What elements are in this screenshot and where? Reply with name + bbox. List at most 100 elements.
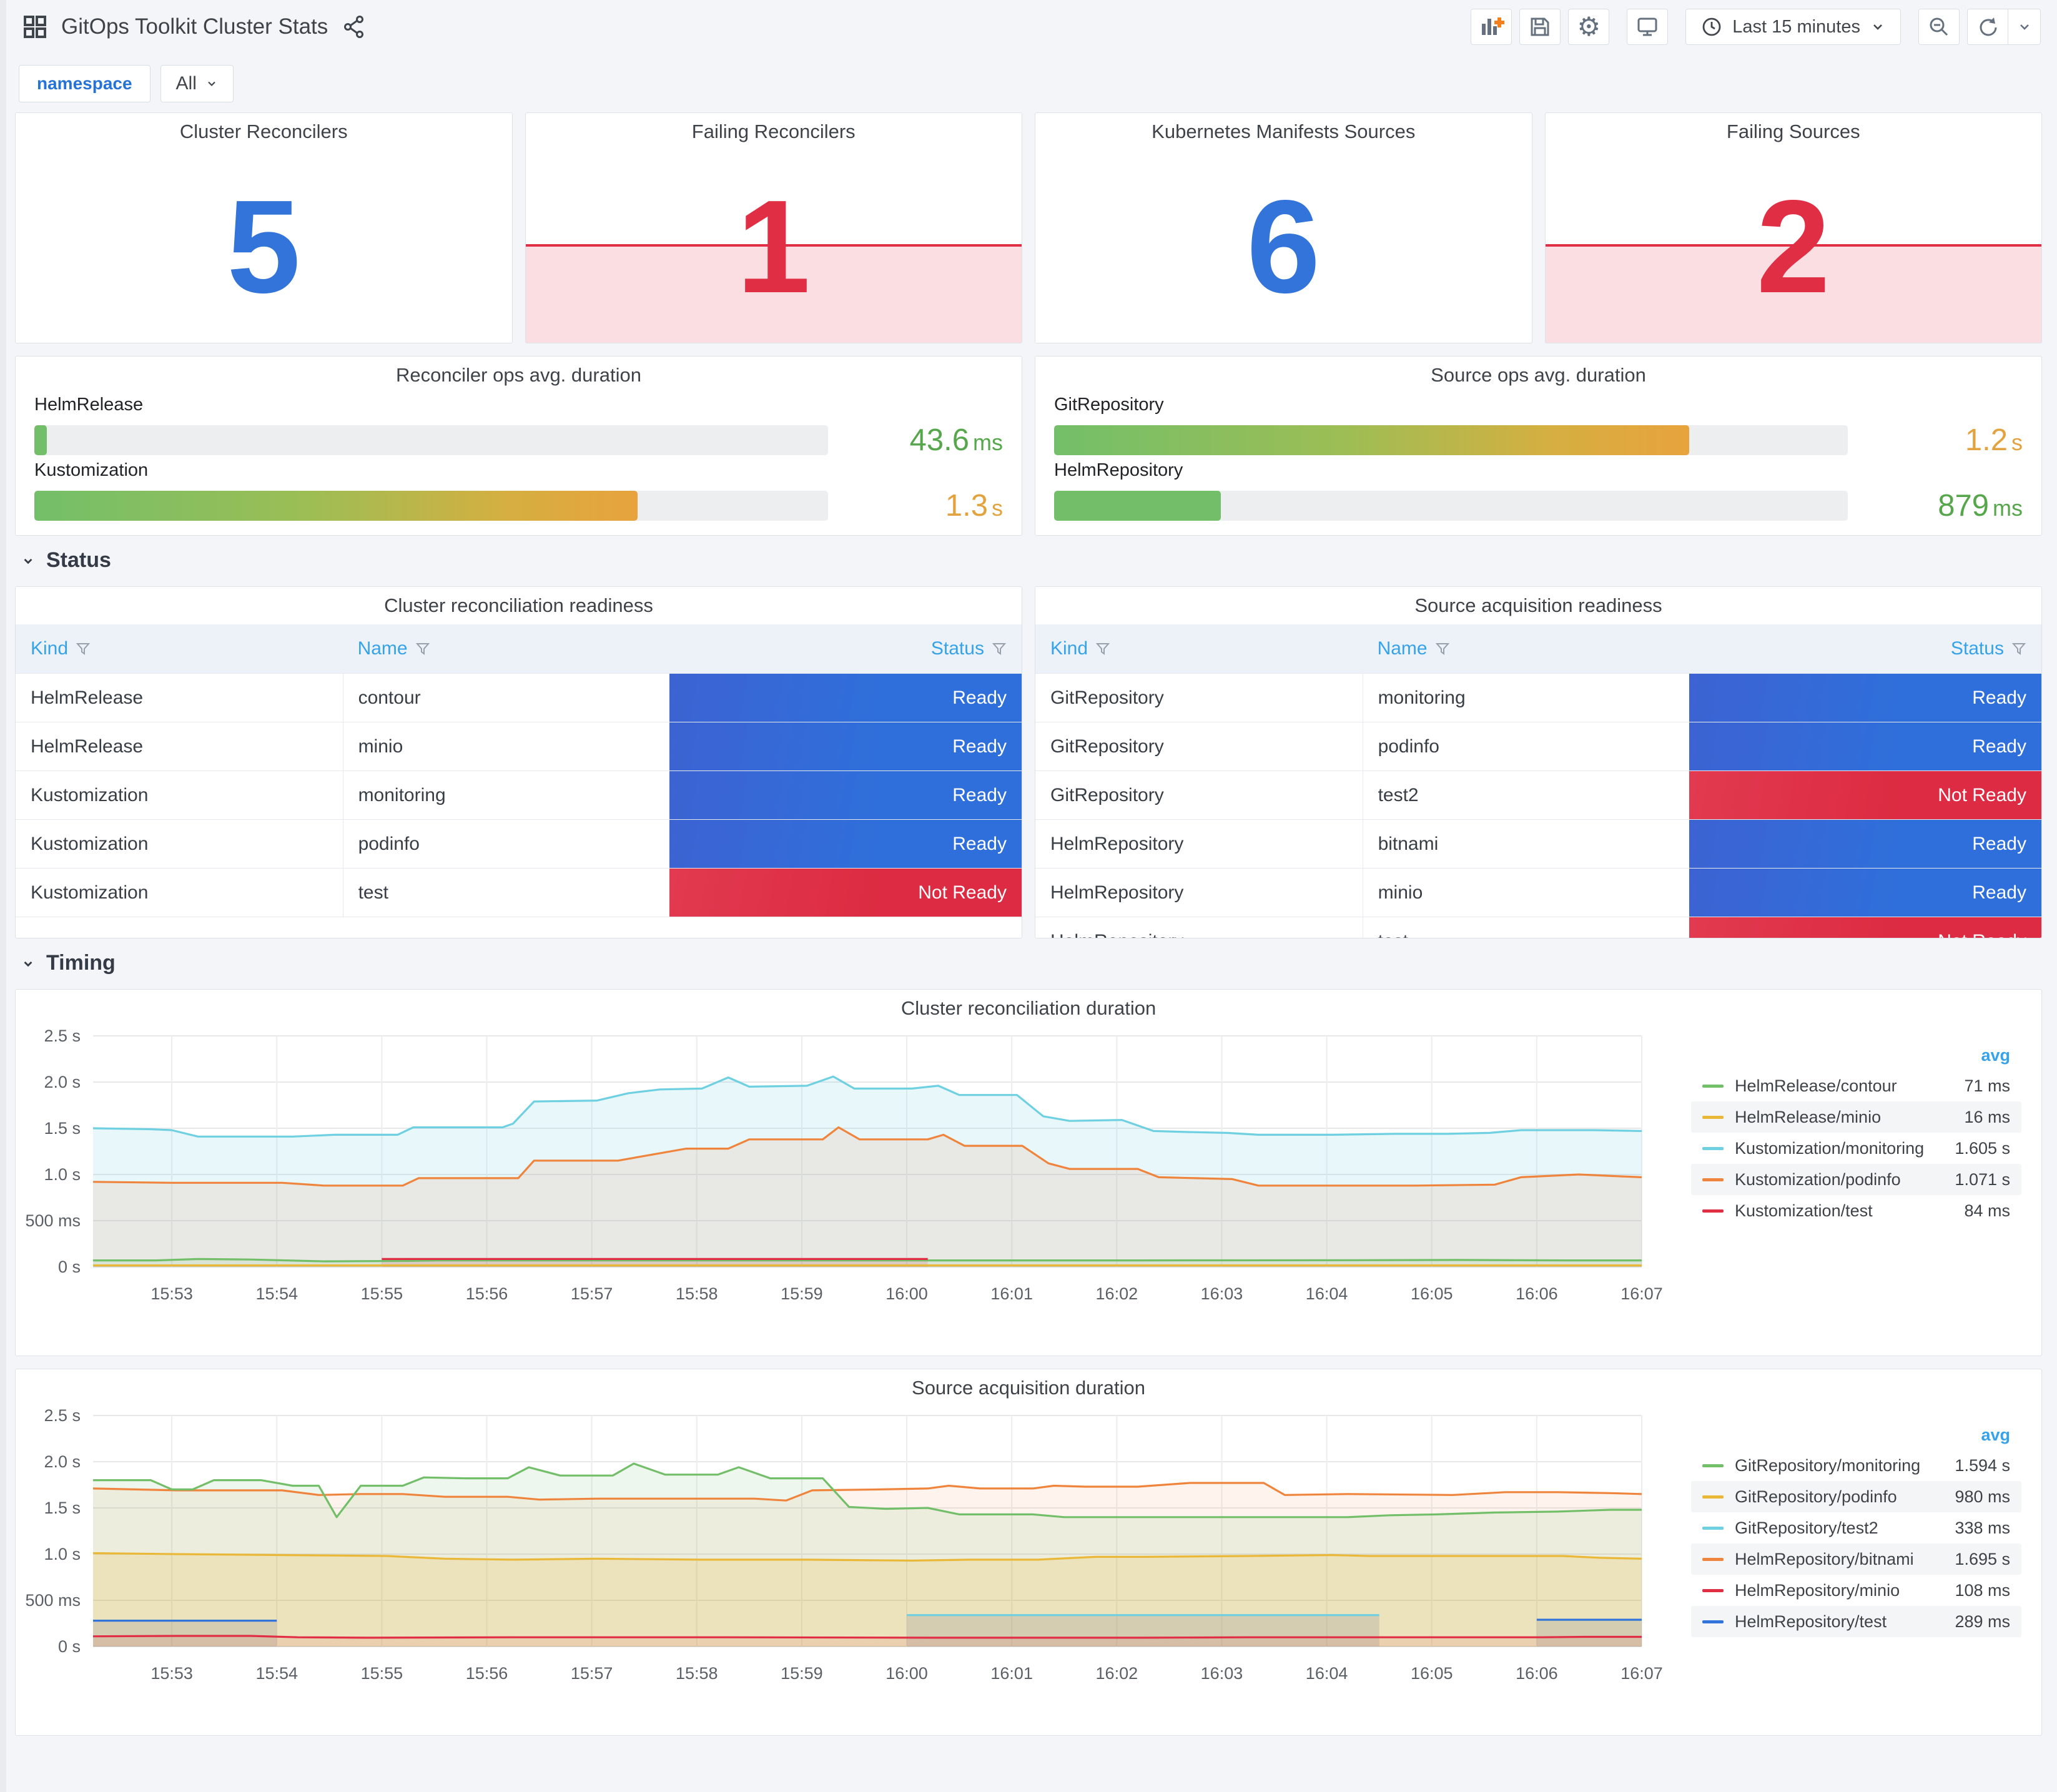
x-axis-tick-label: 15:58 (676, 1664, 718, 1683)
legend-series-dash (1702, 1620, 1724, 1623)
gauge-line: 879 ms (1054, 488, 2023, 523)
time-series-plot[interactable]: 0 s 500 ms 1.0 s 1.5 s 2.0 s 2.5 s 15:53 15:54 1… (18, 1404, 1691, 1703)
x-axis-tick-label: 15:57 (571, 1284, 613, 1303)
filter-icon[interactable] (1435, 641, 1450, 656)
column-header-name[interactable]: Name (343, 624, 670, 673)
panel-title[interactable]: Cluster reconciliation duration (16, 990, 2041, 1027)
column-header-label: Status (930, 638, 984, 659)
panel-cluster-reconcilers: Cluster Reconcilers 5 (15, 112, 513, 343)
legend-row: HelmRelease/minio 16 ms (1691, 1101, 2021, 1133)
row-header-timing[interactable]: Timing (20, 951, 2040, 975)
stat-value: 1 (736, 172, 811, 320)
column-header-kind[interactable]: Kind (1035, 624, 1363, 673)
panel-title[interactable]: Reconciler ops avg. duration (16, 357, 1022, 394)
zoom-out-button[interactable] (1918, 9, 1960, 45)
filter-icon[interactable] (1095, 641, 1110, 656)
legend-avg-header: avg (1981, 1425, 2010, 1444)
gear-icon: ⚙ (1577, 12, 1601, 41)
cell-name: monitoring (342, 771, 670, 819)
legend-series-name[interactable]: Kustomization/podinfo (1735, 1170, 1955, 1189)
refresh-interval-dropdown[interactable] (2008, 9, 2040, 44)
panel-title[interactable]: Cluster reconciliation readiness (16, 587, 1022, 624)
refresh-button[interactable] (1968, 9, 2008, 44)
chevron-down-icon (1873, 24, 1882, 30)
legend-series-name[interactable]: HelmRepository/minio (1735, 1581, 1955, 1600)
column-header-status[interactable]: Status (1689, 624, 2041, 673)
gauge-track (34, 425, 828, 455)
cell-kind: HelmRepository (1035, 917, 1363, 938)
legend-series-avg: 16 ms (1964, 1107, 2010, 1126)
dashboard-grid-icon (21, 13, 49, 41)
cell-kind: HelmRepository (1050, 882, 1184, 903)
panel-title[interactable]: Source acquisition duration (16, 1369, 2041, 1407)
legend-row: Kustomization/test 84 ms (1691, 1195, 2021, 1226)
dashboard-settings-button[interactable]: ⚙ (1568, 9, 1610, 45)
legend-series-dash (1702, 1178, 1724, 1181)
cell-kind: HelmRelease (31, 736, 144, 757)
gauge-value-unit: s (2011, 429, 2023, 455)
x-axis-tick-label: 15:54 (255, 1664, 298, 1683)
cycle-view-mode-button[interactable] (1627, 9, 1669, 45)
legend-series-name[interactable]: HelmRelease/minio (1735, 1108, 1964, 1127)
filter-icon[interactable] (415, 641, 430, 656)
column-header-label: Kind (1050, 638, 1088, 659)
add-panel-button[interactable] (1471, 9, 1512, 45)
panel-title[interactable]: Kubernetes Manifests Sources (1035, 113, 1532, 150)
legend-series-avg: 980 ms (1955, 1487, 2010, 1506)
legend-series-name[interactable]: HelmRepository/test (1735, 1612, 1955, 1632)
panel-title[interactable]: Failing Sources (1546, 113, 2042, 150)
cell-kind: Kustomization (31, 784, 149, 805)
legend-series-name[interactable]: HelmRelease/contour (1735, 1076, 1964, 1096)
panel-title[interactable]: Source acquisition readiness (1035, 587, 2041, 624)
column-header-name[interactable]: Name (1363, 624, 1690, 673)
filter-icon[interactable] (992, 641, 1007, 656)
column-header-status[interactable]: Status (669, 624, 1022, 673)
gauge-line: 1.3 s (34, 488, 1003, 523)
cell-kind: HelmRelease (31, 687, 144, 708)
panel-failing-reconcilers: Failing Reconcilers 1 (525, 112, 1022, 343)
chevron-down-icon (2020, 24, 2029, 30)
legend-row: GitRepository/podinfo 980 ms (1691, 1481, 2021, 1512)
cell-status: Ready (1689, 869, 2041, 917)
legend-series-name[interactable]: GitRepository/monitoring (1735, 1456, 1955, 1475)
column-header-kind[interactable]: Kind (16, 624, 343, 673)
panel-source-acquisition-duration: Source acquisition duration 0 s 500 ms 1.0… (15, 1369, 2042, 1736)
legend-series-name[interactable]: GitRepository/podinfo (1735, 1487, 1955, 1507)
y-axis-tick-label: 0 s (58, 1637, 81, 1656)
save-dashboard-button[interactable] (1519, 9, 1561, 45)
filter-icon[interactable] (2011, 641, 2026, 656)
x-axis-tick-label: 15:59 (781, 1664, 823, 1683)
x-axis-tick-label: 16:00 (885, 1284, 928, 1303)
cell-status: Ready (1689, 674, 2041, 722)
x-axis-tick-label: 16:03 (1201, 1664, 1243, 1683)
legend-series-avg: 84 ms (1964, 1201, 2010, 1220)
panel-title[interactable]: Cluster Reconcilers (16, 113, 512, 150)
cell-status: Not Ready (669, 869, 1022, 917)
row-header-status[interactable]: Status (20, 548, 2040, 573)
variable-namespace-label[interactable]: namespace (19, 65, 150, 102)
time-range-picker[interactable]: Last 15 minutes (1685, 9, 1901, 45)
legend-series-name[interactable]: HelmRepository/bitnami (1735, 1550, 1955, 1569)
variable-namespace-picker[interactable]: All (160, 65, 234, 102)
column-header-label: Name (1377, 638, 1428, 659)
legend-series-name[interactable]: Kustomization/monitoring (1735, 1139, 1955, 1158)
legend-row: GitRepository/monitoring 1.594 s (1691, 1450, 2021, 1481)
panel-title[interactable]: Failing Reconcilers (526, 113, 1022, 150)
filter-icon[interactable] (76, 641, 91, 656)
legend-series-name[interactable]: GitRepository/test2 (1735, 1519, 1955, 1538)
gauge-value-number: 879 (1938, 489, 1989, 523)
gauge-value: 1.2 s (1867, 423, 2023, 458)
legend-series-name[interactable]: Kustomization/test (1735, 1201, 1964, 1221)
table-row: GitRepository podinfo Ready (1035, 722, 2041, 770)
gauge-value-number: 1.2 (1965, 423, 2008, 457)
share-icon[interactable] (342, 14, 367, 39)
x-axis-tick-label: 16:03 (1201, 1284, 1243, 1303)
gauges-row: Reconciler ops avg. duration HelmRelease… (15, 356, 2042, 536)
table-header-row: Kind Name Status (16, 624, 1022, 673)
time-series-plot[interactable]: 0 s 500 ms 1.0 s 1.5 s 2.0 s 2.5 s 15:53 15:54 1… (18, 1025, 1691, 1323)
x-axis-tick-label: 15:54 (255, 1284, 298, 1303)
panel-title[interactable]: Source ops avg. duration (1035, 357, 2041, 394)
y-axis-tick-label: 1.0 s (44, 1545, 81, 1563)
x-axis-tick-label: 16:05 (1411, 1284, 1453, 1303)
chart-body: 0 s 500 ms 1.0 s 1.5 s 2.0 s 2.5 s 15:53 15:54 1… (18, 1404, 2038, 1733)
